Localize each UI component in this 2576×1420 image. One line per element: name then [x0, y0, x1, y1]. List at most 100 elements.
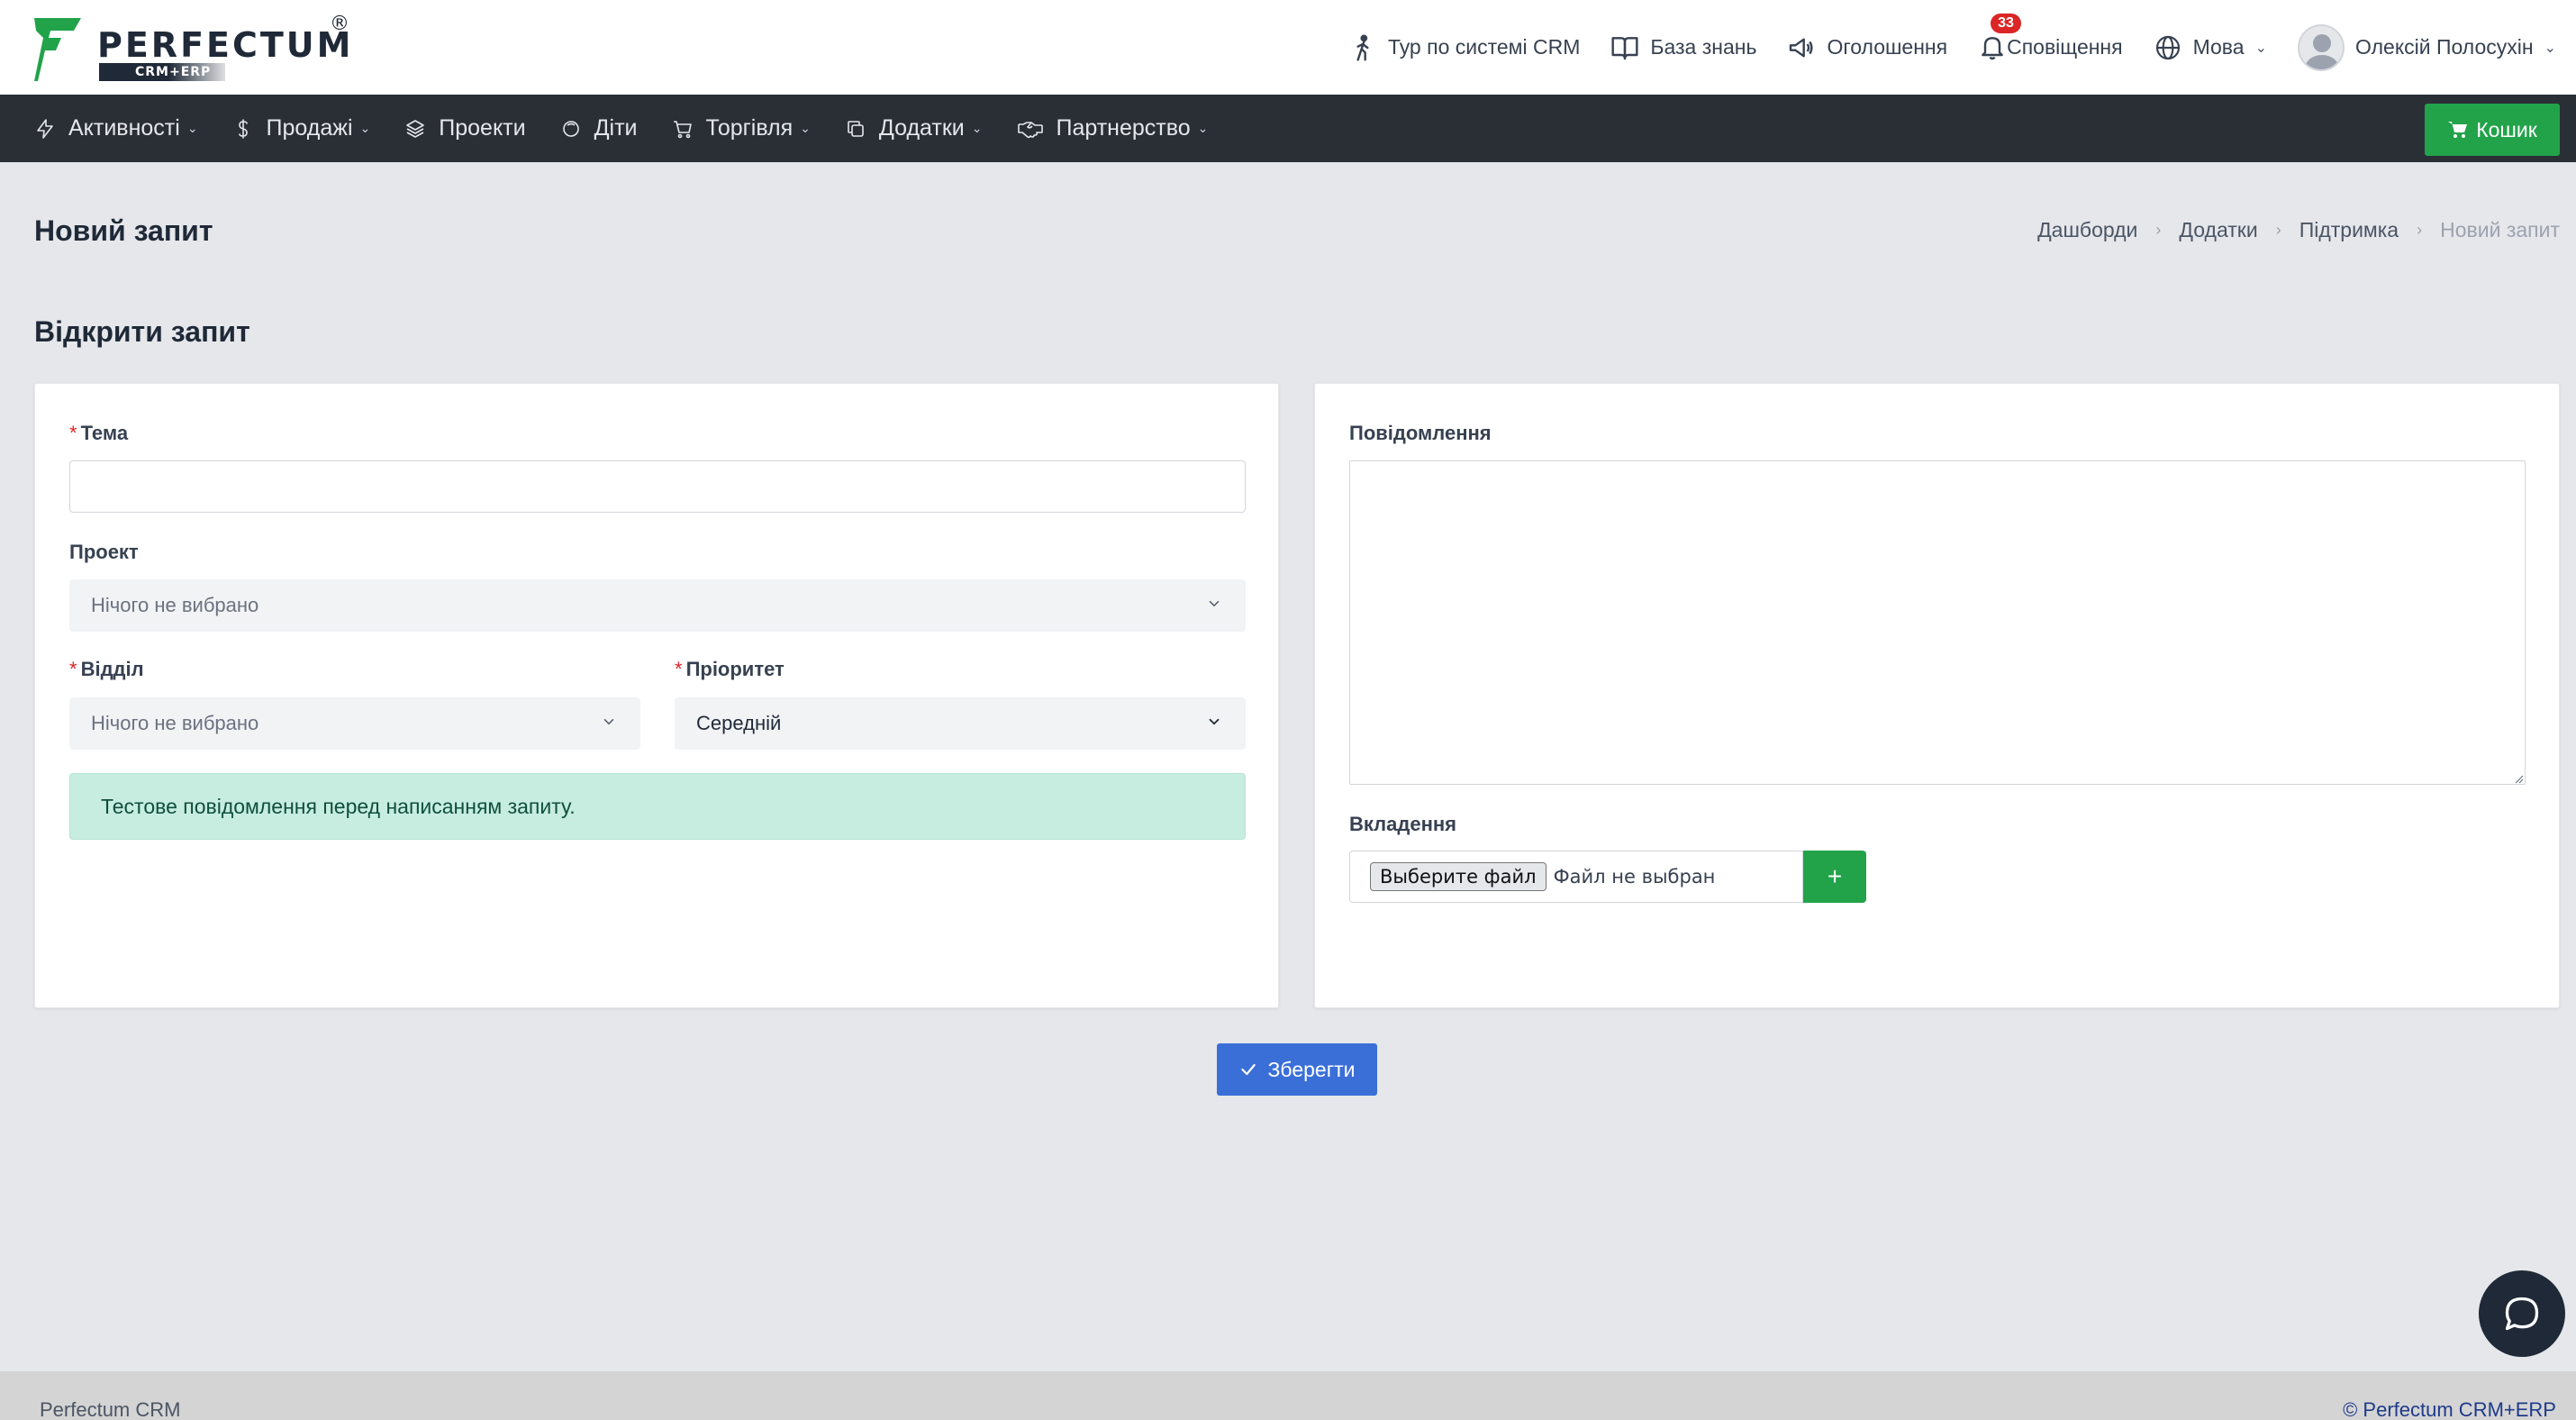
- chevron-down-icon: ⌄: [971, 121, 983, 135]
- menu-item-trade[interactable]: Торгівля ⌄: [672, 115, 811, 141]
- face-icon: [562, 120, 579, 137]
- menu-item-label: Проекти: [439, 115, 526, 141]
- footer: Perfectum CRM © Perfectum CRM+ERP: [0, 1371, 2576, 1420]
- check-icon: [1240, 1063, 1256, 1076]
- notifications-badge: 33: [1991, 13, 2021, 33]
- chevron-down-icon: ⌄: [2544, 40, 2556, 56]
- menu-item-sales[interactable]: Продажі ⌄: [232, 115, 370, 141]
- language-dropdown[interactable]: Мова ⌄: [2154, 33, 2267, 62]
- brand-sub: CRM+ERP: [99, 63, 225, 81]
- required-mark: *: [69, 422, 77, 444]
- menu-item-label: Продажі: [266, 115, 353, 141]
- copy-icon: [848, 120, 864, 137]
- handshake-icon: [1017, 121, 1043, 138]
- tour-link[interactable]: Тур по системі CRM: [1348, 33, 1580, 62]
- choose-file-button[interactable]: Выберите файл: [1370, 862, 1547, 891]
- cart-button[interactable]: Кошик: [2425, 104, 2560, 156]
- avatar: [2297, 23, 2345, 71]
- project-select-value: Нічого не вибрано: [91, 594, 259, 616]
- announcements-link[interactable]: Оголошення: [1787, 33, 1947, 62]
- chevron-down-icon: ⌄: [2254, 40, 2267, 56]
- menu-item-addons[interactable]: Додатки ⌄: [845, 115, 983, 141]
- subject-label: * Тема: [69, 422, 128, 445]
- priority-select[interactable]: Середній: [675, 697, 1246, 750]
- tour-label: Тур по системі CRM: [1387, 35, 1581, 59]
- info-alert: Тестове повідомлення перед написанням за…: [69, 773, 1246, 840]
- footer-copyright[interactable]: © Perfectum CRM+ERP: [2343, 1398, 2556, 1420]
- globe-icon: [2155, 35, 2180, 59]
- bolt-icon: [37, 118, 53, 139]
- main-menu: Активності ⌄ Продажі ⌄ Проекти Діти Торг…: [0, 95, 2576, 162]
- attachments-label: Вкладення: [1349, 813, 1456, 835]
- priority-select-value: Середній: [696, 712, 782, 734]
- breadcrumb-item-dashboards[interactable]: Дашборди: [2037, 218, 2137, 242]
- file-input[interactable]: Выберите файл Файл не выбран: [1349, 851, 1803, 903]
- department-label-text: Відділ: [80, 658, 144, 680]
- menu-item-label: Торгівля: [705, 115, 794, 141]
- notifications-label: Сповіщення: [2007, 35, 2123, 59]
- message-label: Повідомлення: [1349, 422, 1492, 444]
- top-nav: Тур по системі CRM База знань Оголошення…: [1348, 0, 2576, 95]
- cart-icon: [673, 120, 692, 138]
- chevron-down-icon: ⌄: [186, 121, 198, 135]
- chevron-down-icon: ⌄: [1197, 121, 1209, 135]
- footer-left: Perfectum CRM: [40, 1398, 181, 1420]
- top-header: PERFECTUM ® CRM+ERP Тур по системі CRM Б…: [0, 0, 2576, 95]
- menu-item-label: Діти: [594, 115, 638, 141]
- add-attachment-button[interactable]: +: [1803, 851, 1866, 903]
- language-label: Мова: [2192, 35, 2245, 59]
- resize-handle-icon[interactable]: [2513, 773, 2524, 784]
- ticket-message-panel: Повідомлення Вкладення Выберите файл Фай…: [1314, 383, 2560, 1008]
- breadcrumb-item-current: Новий запит: [2440, 218, 2560, 241]
- priority-label-text: Пріоритет: [685, 658, 785, 680]
- breadcrumb-item-addons[interactable]: Додатки: [2179, 218, 2257, 242]
- ticket-details-panel: * Тема Проект Нічого не вибрано * Відділ Н…: [34, 383, 1279, 1008]
- chat-widget-button[interactable]: [2479, 1270, 2565, 1357]
- chevron-right-icon: ›: [2275, 221, 2281, 239]
- department-select-value: Нічого не вибрано: [91, 712, 259, 734]
- subject-label-text: Тема: [80, 422, 129, 444]
- cart-icon: [2448, 122, 2468, 138]
- walk-icon: [1356, 33, 1369, 61]
- announcements-label: Оголошення: [1827, 35, 1948, 59]
- project-select[interactable]: Нічого не вибрано: [69, 579, 1246, 632]
- bell-icon: [1982, 36, 2003, 59]
- message-textarea[interactable]: [1349, 460, 2526, 785]
- plus-icon: +: [1827, 862, 1843, 890]
- user-menu[interactable]: Олексій Полосухін ⌄: [2297, 23, 2556, 71]
- required-mark: *: [69, 658, 77, 680]
- knowledge-link[interactable]: База знань: [1610, 33, 1756, 62]
- menu-item-activities[interactable]: Активності ⌄: [34, 115, 198, 141]
- section-title: Відкрити запит: [34, 315, 250, 348]
- menu-item-partnership[interactable]: Партнерство ⌄: [1017, 115, 1209, 141]
- breadcrumb-item-support[interactable]: Підтримка: [2299, 218, 2399, 242]
- file-status: Файл не выбран: [1553, 866, 1716, 888]
- required-mark: *: [675, 658, 683, 680]
- logo-mark-icon: [34, 18, 81, 81]
- book-icon: [1611, 36, 1638, 59]
- chat-bubble-icon: [2505, 1297, 2539, 1331]
- department-select[interactable]: Нічого не вибрано: [69, 697, 640, 750]
- subject-input[interactable]: [69, 460, 1246, 513]
- brand-logo[interactable]: PERFECTUM ® CRM+ERP: [34, 13, 358, 83]
- save-label: Зберегти: [1267, 1057, 1356, 1081]
- department-label: * Відділ: [69, 658, 144, 681]
- megaphone-icon: [1790, 37, 1813, 58]
- menu-item-label: Додатки: [878, 115, 965, 141]
- chevron-right-icon: ›: [2417, 221, 2423, 239]
- chevron-down-icon: [603, 719, 614, 725]
- registered-mark: ®: [330, 13, 349, 35]
- menu-item-projects[interactable]: Проекти: [404, 115, 526, 141]
- priority-label: * Пріоритет: [675, 658, 785, 681]
- cart-label: Кошик: [2476, 117, 2537, 141]
- brand-name: PERFECTUM: [97, 25, 354, 65]
- dollar-icon: [238, 118, 248, 139]
- menu-item-label: Партнерство: [1056, 115, 1191, 141]
- save-button[interactable]: Зберегти: [1217, 1043, 1377, 1096]
- chevron-down-icon: [1209, 601, 1220, 607]
- menu-item-children[interactable]: Діти: [560, 115, 638, 141]
- knowledge-label: База знань: [1650, 35, 1757, 59]
- breadcrumb: Дашборди › Додатки › Підтримка › Новий з…: [2037, 218, 2560, 242]
- chevron-right-icon: ›: [2155, 221, 2162, 239]
- notifications-link[interactable]: 33 Сповіщення: [1978, 13, 2123, 62]
